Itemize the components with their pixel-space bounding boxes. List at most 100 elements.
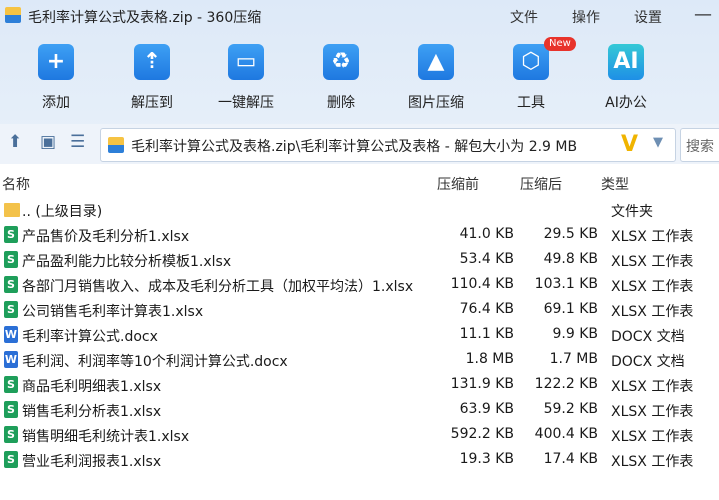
file-row[interactable]: S 营业毛利润报表1.xlsx 19.3 KB 17.4 KB XLSX 工作表: [0, 447, 719, 472]
file-original-size: 1.7 MB: [549, 351, 598, 367]
file-type: DOCX 文档: [611, 329, 685, 345]
menu-file[interactable]: 文件: [510, 7, 538, 27]
file-type: XLSX 工作表: [611, 429, 694, 445]
extract-to-icon: ⇡: [134, 44, 170, 80]
folder-icon: [4, 203, 20, 217]
file-original-size: 69.1 KB: [543, 301, 598, 317]
file-row[interactable]: S 产品售价及毛利分析1.xlsx 41.0 KB 29.5 KB XLSX 工作表: [0, 222, 719, 247]
file-type: XLSX 工作表: [611, 279, 694, 295]
image-compress-icon: ▲: [418, 44, 454, 80]
file-type: XLSX 工作表: [611, 304, 694, 320]
one-click-extract-button[interactable]: ▭ 一键解压: [206, 40, 286, 120]
top-bar: 毛利率计算公式及表格.zip - 360压缩 文件 操作 设置 — + 添加 ⇡…: [0, 0, 719, 130]
file-name: 销售明细毛利统计表1.xlsx: [22, 429, 190, 445]
menu-settings[interactable]: 设置: [634, 7, 662, 27]
add-icon: +: [38, 44, 74, 80]
extract-to-label: 解压到: [131, 95, 173, 111]
one-click-extract-icon: ▭: [228, 44, 264, 80]
file-list: .. (上级目录) 文件夹 S 产品售价及毛利分析1.xlsx 41.0 KB 29.5 …: [0, 197, 719, 472]
tools-label: 工具: [517, 95, 545, 111]
file-row[interactable]: S 商品毛利明细表1.xlsx 131.9 KB 122.2 KB XLSX 工作表: [0, 372, 719, 397]
file-row[interactable]: S 公司销售毛利率计算表1.xlsx 76.4 KB 69.1 KB XLSX 工作表: [0, 297, 719, 322]
file-type: XLSX 工作表: [611, 404, 694, 420]
chevron-down-icon[interactable]: ▼: [653, 135, 663, 150]
v-logo-icon[interactable]: V: [621, 132, 638, 157]
path-bar[interactable]: 毛利率计算公式及表格.zip\毛利率计算公式及表格 - 解包大小为 2.9 MB…: [100, 128, 676, 162]
image-compress-label: 图片压缩: [408, 95, 464, 111]
xlsx-file-icon: S: [4, 301, 18, 318]
app-logo-icon: [5, 7, 21, 23]
column-header: 名称 压缩前 压缩后 类型: [0, 170, 719, 196]
file-row[interactable]: S 销售明细毛利统计表1.xlsx 592.2 KB 400.4 KB XLSX 工作表: [0, 422, 719, 447]
file-name: 商品毛利明细表1.xlsx: [22, 379, 162, 395]
xlsx-file-icon: S: [4, 451, 18, 468]
xlsx-file-icon: S: [4, 276, 18, 293]
column-name[interactable]: 名称: [2, 174, 30, 194]
docx-file-icon: W: [4, 351, 18, 368]
xlsx-file-icon: S: [4, 251, 18, 268]
ai-office-button[interactable]: AI AI办公: [586, 40, 666, 120]
file-name: 各部门月销售收入、成本及毛利分析工具（加权平均法）1.xlsx: [22, 279, 414, 295]
docx-file-icon: W: [4, 326, 18, 343]
file-original-size: 17.4 KB: [543, 451, 598, 467]
file-row[interactable]: S 销售毛利分析表1.xlsx 63.9 KB 59.2 KB XLSX 工作表: [0, 397, 719, 422]
file-name: 营业毛利润报表1.xlsx: [22, 454, 162, 470]
view-icon[interactable]: ▣: [40, 132, 56, 152]
new-badge: New: [544, 37, 576, 51]
file-name: 销售毛利分析表1.xlsx: [22, 404, 162, 420]
file-original-size: 59.2 KB: [543, 401, 598, 417]
add-button[interactable]: + 添加: [16, 40, 96, 120]
extract-to-button[interactable]: ⇡ 解压到: [112, 40, 192, 120]
column-original[interactable]: 压缩后: [520, 174, 562, 194]
up-arrow-icon[interactable]: ⬆: [8, 132, 22, 152]
file-type: XLSX 工作表: [611, 379, 694, 395]
delete-icon: ♻: [323, 44, 359, 80]
file-name: 产品售价及毛利分析1.xlsx: [22, 229, 190, 245]
file-original-size: 122.2 KB: [534, 376, 598, 392]
tools-icon: ⬡: [513, 44, 549, 80]
file-original-size: 9.9 KB: [552, 326, 599, 342]
search-input[interactable]: 搜索: [680, 128, 719, 162]
xlsx-file-icon: S: [4, 401, 18, 418]
file-type: XLSX 工作表: [611, 254, 694, 270]
archive-icon: [108, 137, 124, 153]
xlsx-file-icon: S: [4, 226, 18, 243]
file-original-size: 49.8 KB: [543, 251, 598, 267]
menu-operation[interactable]: 操作: [572, 7, 600, 27]
file-name: 产品盈利能力比较分析模板1.xlsx: [22, 254, 232, 270]
list-view-icon[interactable]: ☰: [70, 132, 85, 152]
delete-label: 删除: [327, 95, 355, 111]
file-name: 毛利率计算公式.docx: [22, 329, 158, 345]
file-name: .. (上级目录): [22, 204, 103, 220]
file-original-size: 103.1 KB: [534, 276, 598, 292]
column-type[interactable]: 类型: [601, 174, 629, 194]
file-row[interactable]: W 毛利润、利润率等10个利润计算公式.docx 1.8 MB 1.7 MB DOCX …: [0, 347, 719, 372]
column-compressed[interactable]: 压缩前: [437, 174, 479, 194]
delete-button[interactable]: ♻ 删除: [301, 40, 381, 120]
xlsx-file-icon: S: [4, 376, 18, 393]
file-original-size: 29.5 KB: [543, 226, 598, 242]
one-click-extract-label: 一键解压: [218, 95, 274, 111]
file-name: 毛利润、利润率等10个利润计算公式.docx: [22, 354, 288, 370]
file-row[interactable]: S 产品盈利能力比较分析模板1.xlsx 53.4 KB 49.8 KB XLSX 工作…: [0, 247, 719, 272]
file-type: 文件夹: [611, 204, 653, 220]
image-compress-button[interactable]: ▲ 图片压缩: [396, 40, 476, 120]
path-text: 毛利率计算公式及表格.zip\毛利率计算公式及表格 - 解包大小为 2.9 MB: [131, 139, 578, 155]
file-type: XLSX 工作表: [611, 229, 694, 245]
file-type: XLSX 工作表: [611, 454, 694, 470]
xlsx-file-icon: S: [4, 426, 18, 443]
window-title: 毛利率计算公式及表格.zip - 360压缩: [28, 10, 262, 26]
file-original-size: 400.4 KB: [534, 426, 598, 442]
ai-office-icon: AI: [608, 44, 644, 80]
tools-button[interactable]: ⬡ New 工具: [491, 37, 576, 120]
minimize-icon[interactable]: —: [694, 4, 712, 25]
navigation-bar: ⬆ ▣ ☰ 毛利率计算公式及表格.zip\毛利率计算公式及表格 - 解包大小为 …: [0, 124, 719, 164]
file-row[interactable]: W 毛利率计算公式.docx 11.1 KB 9.9 KB DOCX 文档: [0, 322, 719, 347]
add-label: 添加: [42, 95, 70, 111]
file-row[interactable]: .. (上级目录) 文件夹: [0, 197, 719, 222]
title-bar: 毛利率计算公式及表格.zip - 360压缩 文件 操作 设置 —: [0, 0, 719, 32]
file-name: 公司销售毛利率计算表1.xlsx: [22, 304, 204, 320]
ai-office-label: AI办公: [605, 95, 647, 111]
search-placeholder: 搜索: [686, 139, 714, 155]
file-row[interactable]: S 各部门月销售收入、成本及毛利分析工具（加权平均法）1.xlsx 110.4 KB…: [0, 272, 719, 297]
